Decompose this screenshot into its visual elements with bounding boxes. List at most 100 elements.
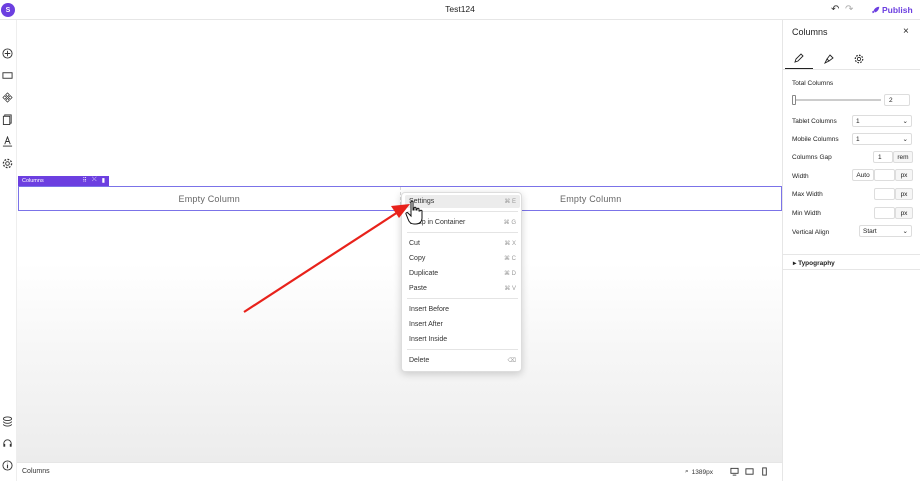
menu-item-shortcut: ⌘ E [504,199,516,205]
min-width-label: Min Width [792,210,821,217]
max-width-label: Max Width [792,191,823,198]
layers-icon[interactable] [1,415,13,427]
max-width-input[interactable] [874,188,895,200]
search-icon: ⌕ [685,468,689,475]
tablet-columns-select[interactable]: 1 ⌄ [852,115,912,127]
menu-divider [407,298,518,299]
menu-item-label: Delete [409,357,430,364]
style-brush-icon[interactable] [815,48,843,69]
trash-icon[interactable]: ▮ [102,177,105,184]
menu-divider [407,232,518,233]
redo-icon[interactable]: ↷ [845,4,853,15]
mobile-columns-select[interactable]: 1 ⌄ [852,133,912,145]
components-icon[interactable] [1,91,13,103]
typography-icon[interactable] [1,135,13,147]
columns-block[interactable]: Empty Column Empty Column [18,186,782,211]
menu-item-shortcut: ⌘ V [504,286,516,292]
undo-icon[interactable]: ↶ [831,4,839,15]
columns-gap-unit[interactable]: rem [893,151,913,163]
settings-gear-icon[interactable] [1,157,13,169]
desktop-icon[interactable] [730,467,739,476]
drag-handle-icon[interactable]: ⠿ [82,177,86,184]
settings-panel: Columns × Total Columns 2 Tablet Columns… [782,20,920,481]
menu-item-duplicate[interactable]: Duplicate ⌘ D [405,267,520,280]
menu-item-cut[interactable]: Cut ⌘ X [405,237,520,250]
publish-button[interactable]: Publish [872,3,913,17]
tablet-columns-label: Tablet Columns [792,118,837,125]
total-columns-slider[interactable] [793,99,881,101]
layout-icon[interactable] [1,69,13,81]
chevron-down-icon: ⌄ [902,136,908,143]
left-rail [0,20,17,481]
chevron-down-icon: ⌄ [902,118,908,125]
top-bar: S Test124 ↶ ↷ Publish [0,0,920,20]
vertical-align-label: Vertical Align [792,229,830,236]
menu-divider [407,349,518,350]
panel-title: Columns [792,27,828,37]
menu-item-insert-inside[interactable]: Insert Inside [405,333,520,346]
status-bar: Columns ⌕ 1389px [17,462,782,481]
width-label: Width [792,173,809,180]
menu-item-copy[interactable]: Copy ⌘ C [405,252,520,265]
settings-gear-icon[interactable] [845,48,873,69]
collapse-icon[interactable]: ⤬ [92,177,97,184]
vertical-align-select[interactable]: Start ⌄ [859,225,912,237]
select-value: 1 [856,117,860,125]
mobile-icon[interactable] [760,467,769,476]
menu-item-label: Paste [409,285,427,292]
menu-item-shortcut: ⌘ G [503,220,516,226]
select-value: 1 [856,135,860,143]
menu-item-delete[interactable]: Delete ⌫ [405,354,520,367]
menu-item-shortcut: ⌘ C [504,256,516,262]
total-columns-input[interactable]: 2 [884,94,910,106]
close-icon[interactable]: × [903,26,909,37]
menu-item-insert-after[interactable]: Insert After [405,318,520,331]
menu-item-paste[interactable]: Paste ⌘ V [405,282,520,295]
typography-section[interactable]: ▸ Typography [783,254,920,270]
columns-gap-input[interactable]: 1 [873,151,893,163]
typography-toggle[interactable]: ▸ Typography [793,259,835,267]
typography-label: Typography [798,260,835,267]
width-auto-toggle[interactable]: Auto [852,169,874,181]
pages-icon[interactable] [1,113,13,125]
menu-item-label: Copy [409,255,426,262]
menu-item-shortcut: ⌘ X [504,241,516,247]
support-icon[interactable] [1,437,13,449]
menu-item-shortcut: ⌘ D [504,271,516,277]
max-width-unit[interactable]: px [895,188,913,200]
width-unit[interactable]: px [895,169,913,181]
viewport-width-readout: 1389px [691,468,713,476]
select-value: Start [863,227,877,235]
min-width-unit[interactable]: px [895,207,913,219]
selected-element-label: Columns [22,468,50,475]
rocket-icon [872,6,880,14]
canvas[interactable]: Columns ⠿ ⤬ ▮ Empty Column Empty Column [17,20,782,462]
publish-label: Publish [882,5,913,15]
width-input[interactable] [874,169,895,181]
chevron-down-icon: ⌄ [902,228,908,235]
min-width-input[interactable] [874,207,895,219]
columns-gap-label: Columns Gap [792,154,832,161]
menu-item-label: Cut [409,240,420,247]
total-columns-label: Total Columns [792,80,834,87]
viewport-width[interactable]: ⌕ 1389px [685,468,713,476]
columns-tag-label: Columns [22,178,44,184]
mobile-columns-label: Mobile Columns [792,136,839,143]
columns-selection-tag[interactable]: Columns ⠿ ⤬ ▮ [18,176,109,186]
edit-icon[interactable] [785,48,813,69]
menu-item-label: Insert Before [409,306,450,313]
tablet-icon[interactable] [745,467,754,476]
menu-item-shortcut: ⌫ [507,358,516,364]
empty-column[interactable]: Empty Column [19,187,401,210]
hand-cursor-icon [405,200,423,225]
menu-item-label: Insert After [409,321,443,328]
menu-item-label: Duplicate [409,270,439,277]
info-icon[interactable] [1,459,13,471]
menu-item-insert-before[interactable]: Insert Before [405,303,520,316]
slider-handle[interactable] [792,95,796,105]
add-icon[interactable] [1,47,13,59]
panel-tabs [783,48,920,70]
device-switcher [730,467,769,476]
menu-item-label: Insert Inside [409,336,448,343]
document-title: Test124 [445,4,475,14]
